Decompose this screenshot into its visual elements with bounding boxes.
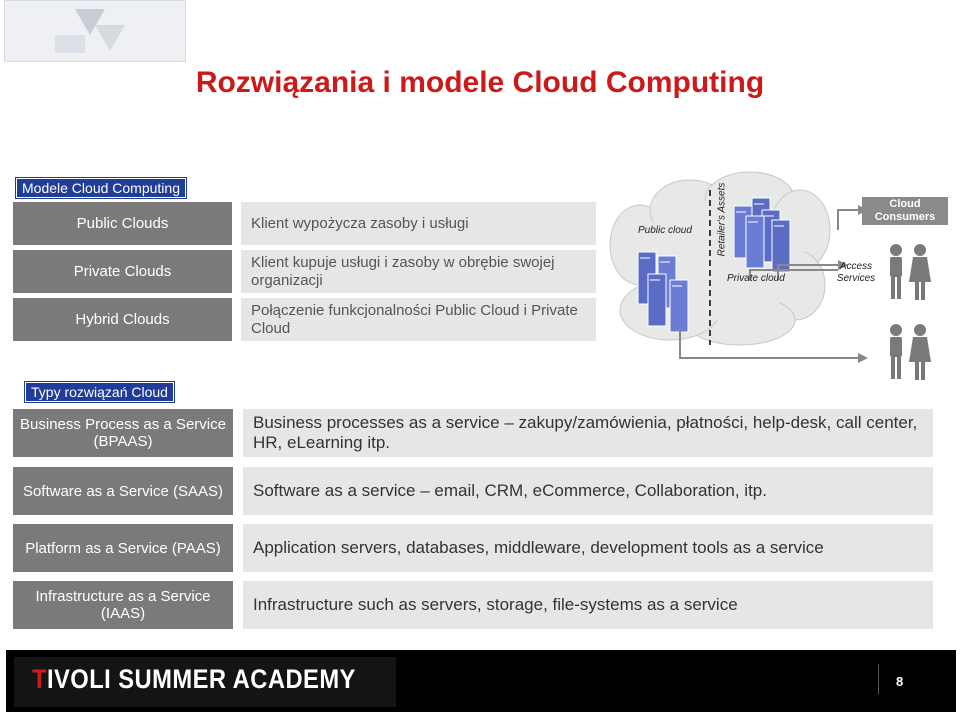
footer-brand: TIVOLI SUMMER ACADEMY — [32, 664, 356, 695]
retailers-assets-label: Retailer's Assets — [716, 182, 728, 257]
footer-brand-text: IVOLI SUMMER ACADEMY — [46, 664, 356, 694]
model-private-clouds: Private Clouds — [13, 250, 232, 293]
types-section-label: Typy rozwiązań Cloud — [24, 381, 175, 403]
models-section-label: Modele Cloud Computing — [15, 177, 187, 199]
model-public-clouds-desc: Klient wypożycza zasoby i usługi — [241, 202, 596, 245]
type-iaas: Infrastructure as a Service (IAAS) — [13, 581, 233, 629]
model-private-clouds-desc: Klient kupuje usługi i zasoby w obrębie … — [241, 250, 596, 293]
model-hybrid-clouds: Hybrid Clouds — [13, 298, 232, 341]
model-public-clouds: Public Clouds — [13, 202, 232, 245]
page-title: Rozwiązania i modele Cloud Computing — [195, 66, 765, 99]
type-paas: Platform as a Service (PAAS) — [13, 524, 233, 572]
type-bpaas: Business Process as a Service (BPAAS) — [13, 409, 233, 457]
cloud-consumers-label: Cloud Consumers — [862, 197, 948, 225]
type-bpaas-desc: Business processes as a service – zakupy… — [243, 409, 933, 457]
type-paas-desc: Application servers, databases, middlewa… — [243, 524, 933, 572]
public-cloud-label: Public cloud — [638, 225, 692, 236]
arrow-head-icon — [858, 353, 868, 363]
model-hybrid-clouds-desc: Połączenie funkcjonalności Public Cloud … — [241, 298, 596, 341]
type-saas: Software as a Service (SAAS) — [13, 467, 233, 515]
footer-divider — [878, 664, 879, 694]
footer-brand-prefix: T — [32, 664, 47, 694]
type-saas-desc: Software as a service – email, CRM, eCom… — [243, 467, 933, 515]
consumer-people-icon — [890, 324, 931, 380]
page-number: 8 — [896, 674, 904, 689]
type-iaas-desc: Infrastructure such as servers, storage,… — [243, 581, 933, 629]
consumer-people-icon — [890, 244, 931, 300]
access-services-label: Access Services — [836, 261, 876, 284]
logo — [4, 0, 186, 62]
private-cloud-label: Private cloud — [727, 273, 785, 284]
logo-graphic-icon — [55, 9, 125, 53]
